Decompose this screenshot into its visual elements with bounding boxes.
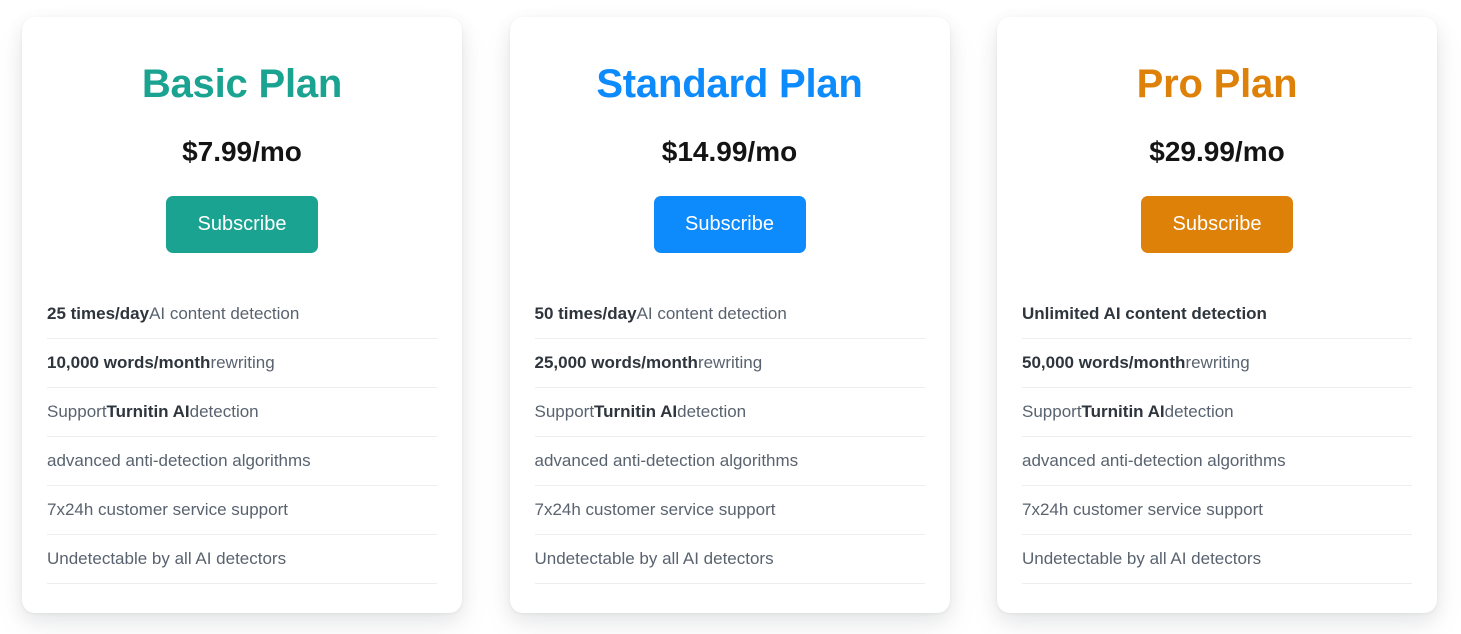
plan-price: $7.99/mo xyxy=(182,136,302,167)
feature-item: advanced anti-detection algorithms xyxy=(47,437,437,486)
feature-item: 7x24h customer service support xyxy=(1022,486,1412,535)
feature-item: Support Turnitin AI detection xyxy=(47,388,437,437)
feature-item: Support Turnitin AI detection xyxy=(534,388,925,437)
feature-text: advanced anti-detection algorithms xyxy=(534,450,799,470)
feature-text: 7x24h customer service support xyxy=(47,499,288,519)
plan-card-standard: Standard Plan $14.99/mo Subscribe 50 tim… xyxy=(509,17,950,613)
feature-text: rewriting xyxy=(1185,352,1250,372)
feature-text-highlight: Turnitin AI xyxy=(1081,401,1165,421)
feature-text: Undetectable by all AI detectors xyxy=(534,548,774,568)
feature-text: Undetectable by all AI detectors xyxy=(47,548,287,568)
feature-text-lead: Support xyxy=(534,401,595,421)
plan-card-pro: Pro Plan $29.99/mo Subscribe Unlimited A… xyxy=(997,17,1437,613)
feature-text: rewriting xyxy=(210,352,275,372)
feature-item: Undetectable by all AI detectors xyxy=(1022,535,1412,584)
plan-features-list: 50 times/day AI content detection 25,000 … xyxy=(534,290,925,584)
feature-text: 7x24h customer service support xyxy=(534,499,776,519)
feature-item: 7x24h customer service support xyxy=(534,486,925,535)
feature-item: 25 times/day AI content detection xyxy=(47,290,437,339)
feature-text-highlight: 25,000 words/month xyxy=(534,352,698,372)
feature-item: 50 times/day AI content detection xyxy=(534,290,925,339)
feature-item: Support Turnitin AI detection xyxy=(1022,388,1412,437)
feature-text: Undetectable by all AI detectors xyxy=(1022,548,1262,568)
feature-text-highlight: 10,000 words/month xyxy=(47,352,211,372)
feature-text: rewriting xyxy=(697,352,763,372)
feature-item: advanced anti-detection algorithms xyxy=(534,437,925,486)
plan-price: $29.99/mo xyxy=(1149,136,1285,167)
feature-item: 10,000 words/month rewriting xyxy=(47,339,437,388)
plan-title: Pro Plan xyxy=(1136,62,1298,106)
feature-text: detection xyxy=(189,401,259,421)
feature-item: advanced anti-detection algorithms xyxy=(1022,437,1412,486)
feature-text: 7x24h customer service support xyxy=(1022,499,1263,519)
subscribe-button[interactable]: Subscribe xyxy=(166,195,318,253)
feature-item: Undetectable by all AI detectors xyxy=(534,535,925,584)
feature-text: advanced anti-detection algorithms xyxy=(1022,450,1286,470)
feature-text-highlight: Unlimited AI content detection xyxy=(1022,303,1267,323)
feature-text-highlight: 50,000 words/month xyxy=(1022,352,1186,372)
feature-text-highlight: Turnitin AI xyxy=(106,401,190,421)
plan-title: Basic Plan xyxy=(141,62,343,106)
feature-text-highlight: 50 times/day xyxy=(534,303,637,323)
plan-title: Standard Plan xyxy=(596,62,863,106)
pricing-plans-section: Basic Plan $7.99/mo Subscribe 25 times/d… xyxy=(0,0,1461,634)
feature-text: detection xyxy=(1164,401,1234,421)
feature-item: 25,000 words/month rewriting xyxy=(534,339,925,388)
plan-features-list: 25 times/day AI content detection 10,000 … xyxy=(47,290,437,584)
feature-item: 7x24h customer service support xyxy=(47,486,437,535)
feature-text: AI content detection xyxy=(149,303,300,323)
feature-text-lead: Support xyxy=(1022,401,1082,421)
feature-text-highlight: Turnitin AI xyxy=(594,401,678,421)
feature-item: 50,000 words/month rewriting xyxy=(1022,339,1412,388)
plan-card-basic: Basic Plan $7.99/mo Subscribe 25 times/d… xyxy=(22,17,462,613)
feature-item: Undetectable by all AI detectors xyxy=(47,535,437,584)
feature-text: advanced anti-detection algorithms xyxy=(47,450,311,470)
feature-text: AI content detection xyxy=(636,303,787,323)
feature-item: Unlimited AI content detection xyxy=(1022,290,1412,339)
feature-text-lead: Support xyxy=(47,401,107,421)
feature-text: detection xyxy=(677,401,747,421)
plan-features-list: Unlimited AI content detection 50,000 wor… xyxy=(1022,290,1412,584)
plan-price: $14.99/mo xyxy=(661,136,798,167)
subscribe-button[interactable]: Subscribe xyxy=(653,195,806,253)
subscribe-button[interactable]: Subscribe xyxy=(1141,195,1293,253)
feature-text-highlight: 25 times/day xyxy=(47,303,150,323)
